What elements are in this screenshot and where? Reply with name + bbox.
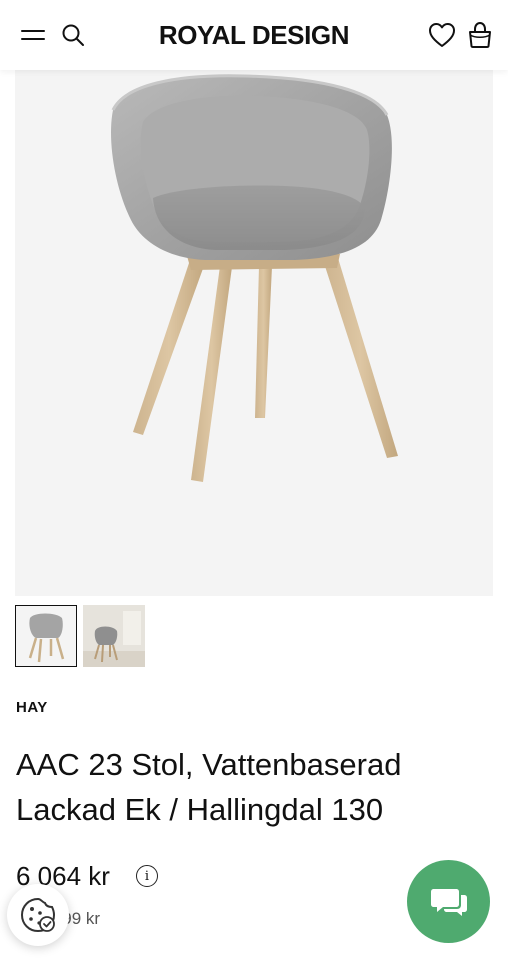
product-title-line-2: Lackad Ek / Hallingdal 130 xyxy=(16,792,384,827)
product-main-image[interactable] xyxy=(15,70,493,596)
product-title-line-1: AAC 23 Stol, Vattenbaserad xyxy=(16,747,402,782)
chat-button[interactable] xyxy=(407,860,490,943)
cookie-icon xyxy=(20,897,56,933)
product-page: ROYAL DESIGN HAY AAC 23 Stol, Vattenbase… xyxy=(0,0,508,960)
heart-icon xyxy=(429,23,455,47)
thumbnail-1[interactable] xyxy=(15,605,77,667)
thumbnail-2[interactable] xyxy=(83,605,145,667)
product-title: AAC 23 Stol, Vattenbaserad Lackad Ek / H… xyxy=(16,742,486,832)
thumbnail-chair-room xyxy=(83,605,145,667)
thumbnail-chair-front xyxy=(28,613,65,663)
wishlist-button[interactable] xyxy=(427,20,457,50)
cookie-settings-button[interactable] xyxy=(7,884,69,946)
price-info-icon[interactable]: i xyxy=(136,865,158,887)
shopping-bag-icon xyxy=(469,21,491,48)
cart-button[interactable] xyxy=(465,20,495,50)
thumbnail-strip xyxy=(15,605,145,667)
product-brand[interactable]: HAY xyxy=(16,699,48,716)
product-chair-image xyxy=(111,74,398,482)
chat-bubble-icon xyxy=(430,888,467,916)
top-header: ROYAL DESIGN xyxy=(0,0,508,70)
